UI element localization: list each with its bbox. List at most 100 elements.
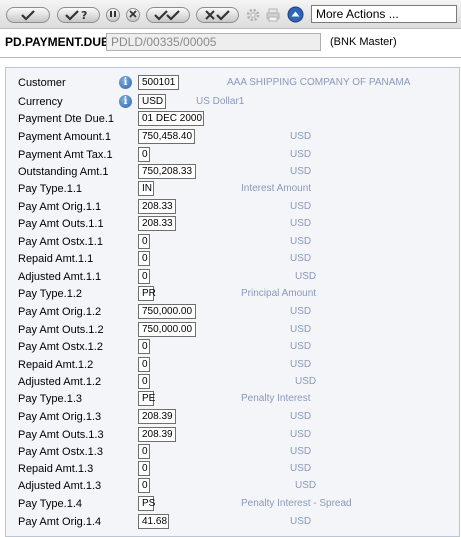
field-value[interactable]: 0 [138, 339, 150, 354]
field-value[interactable]: 0 [138, 478, 150, 493]
field-value[interactable]: 500101 [138, 75, 179, 90]
form-row: Outstanding Amt.1 750,208.33 USD [6, 164, 461, 181]
field-value[interactable]: 0 [138, 234, 150, 249]
field-value[interactable]: 750,458.40 [138, 129, 195, 144]
form-row: Pay Amt Ostx.1.1 0 USD [6, 234, 461, 251]
company-label: (BNK Master) [330, 36, 397, 48]
field-label: Payment Amt Tax.1 [18, 149, 113, 161]
delete-button[interactable] [126, 8, 140, 22]
field-label: Pay Type.1.4 [18, 498, 83, 510]
field-label: Adjusted Amt.1.3 [18, 480, 102, 492]
field-description: USD [290, 166, 312, 177]
field-description: USD [290, 411, 312, 422]
form-row: Pay Amt Ostx.1.2 0 USD [6, 339, 461, 356]
form-row: Repaid Amt.1.2 0 USD [6, 357, 461, 374]
form-row: Pay Amt Outs.1.3 208.39 USD [6, 427, 461, 444]
info-icon[interactable]: i [119, 76, 132, 89]
form-row: Pay Amt Orig.1.2 750,000.00 USD [6, 304, 461, 321]
field-value[interactable]: 0 [138, 251, 150, 266]
form-row: Pay Amt Orig.1.3 208.39 USD [6, 409, 461, 426]
field-description: USD [295, 376, 317, 387]
field-description: Penalty Interest - Spread [241, 498, 352, 509]
field-value[interactable]: 750,000.00 [138, 322, 196, 337]
field-value[interactable]: 0 [138, 269, 150, 284]
field-value[interactable]: PS [138, 496, 155, 511]
field-label: Pay Amt Ostx.1.3 [18, 446, 103, 458]
form-row: Payment Amt Tax.1 0 USD [6, 147, 461, 164]
form-row: Pay Amt Orig.1.1 208.33 USD [6, 199, 461, 216]
field-description: USD [290, 463, 312, 474]
field-value[interactable]: 01 DEC 2000 [138, 111, 204, 126]
field-label: Repaid Amt.1.2 [18, 359, 94, 371]
field-value[interactable]: 750,208.33 [138, 164, 196, 179]
field-description: Interest Amount [241, 183, 312, 194]
field-value[interactable]: 208.33 [138, 216, 176, 231]
commit-button[interactable] [6, 7, 50, 23]
field-description: USD [290, 236, 312, 247]
field-value[interactable]: 0 [138, 357, 150, 372]
validate-button[interactable]: ? [57, 7, 100, 23]
check-question-icon: ? [64, 9, 94, 21]
field-value[interactable]: PE [138, 391, 155, 406]
field-label: Currency [18, 96, 63, 108]
form-row: Repaid Amt.1.1 0 USD [6, 251, 461, 268]
field-description: Penalty Interest [241, 393, 311, 404]
field-label: Pay Amt Orig.1.2 [18, 306, 102, 318]
form-panel: Customer i 500101 AAA SHIPPING COMPANY OF P… [5, 67, 460, 537]
field-value[interactable]: 41.68 [138, 514, 169, 529]
form-row: Pay Type.1.2 PR Principal Amount [6, 286, 461, 303]
form-row: Repaid Amt.1.3 0 USD [6, 461, 461, 478]
field-label: Outstanding Amt.1 [18, 166, 109, 178]
field-value[interactable]: USD [138, 94, 166, 109]
more-actions-select[interactable]: More Actions ... [311, 5, 457, 23]
field-description: USD [290, 359, 312, 370]
double-check-icon [153, 9, 183, 21]
field-label: Pay Type.1.3 [18, 393, 83, 405]
field-label: Adjusted Amt.1.2 [18, 376, 102, 388]
field-value[interactable]: 208.33 [138, 199, 176, 214]
print-icon[interactable] [265, 7, 281, 23]
field-value[interactable]: 0 [138, 444, 150, 459]
field-description: AAA SHIPPING COMPANY OF PANAMA [227, 77, 411, 88]
cross-check-icon [203, 9, 233, 21]
field-value[interactable]: IN [138, 181, 154, 196]
field-description: USD [290, 131, 312, 142]
form-row: Pay Type.1.3 PE Penalty Interest [6, 391, 461, 408]
field-description: USD [290, 306, 312, 317]
field-value[interactable]: 0 [138, 374, 150, 389]
hold-button[interactable] [106, 8, 120, 22]
field-description: USD [295, 480, 317, 491]
field-description: USD [290, 149, 312, 160]
field-description: USD [290, 324, 312, 335]
form-row: Adjusted Amt.1.3 0 USD [6, 478, 461, 495]
expand-up-icon[interactable] [287, 6, 304, 23]
field-label: Pay Amt Outs.1.2 [18, 324, 104, 336]
field-value[interactable]: PR [138, 286, 156, 301]
field-value[interactable]: 208.39 [138, 409, 176, 424]
reverse-button[interactable] [196, 7, 239, 23]
form-row: Payment Amount.1 750,458.40 USD [6, 129, 461, 146]
field-value[interactable]: 0 [138, 147, 150, 162]
field-value[interactable]: 208.39 [138, 427, 176, 442]
field-description: USD [290, 341, 312, 352]
field-label: Payment Amount.1 [18, 131, 111, 143]
form-row: Pay Amt Ostx.1.3 0 USD [6, 444, 461, 461]
form-row: Adjusted Amt.1.1 0 USD [6, 269, 461, 286]
settings-gear-icon[interactable] [245, 7, 261, 23]
field-description: USD [290, 446, 312, 457]
info-icon[interactable]: i [119, 95, 132, 108]
field-label: Pay Amt Orig.1.4 [18, 516, 102, 528]
divider [0, 57, 461, 58]
field-label: Adjusted Amt.1.1 [18, 271, 102, 283]
field-description: USD [290, 253, 312, 264]
form-row: Payment Dte Due.1 01 DEC 2000 [6, 111, 461, 128]
field-label: Pay Type.1.1 [18, 183, 83, 195]
authorise-button[interactable] [146, 7, 190, 23]
record-id-field[interactable]: PDLD/00335/00005 [106, 33, 321, 51]
field-value[interactable]: 750,000.00 [138, 304, 196, 319]
form-row: Pay Amt Outs.1.1 208.33 USD [6, 216, 461, 233]
field-value[interactable]: 0 [138, 461, 150, 476]
field-label: Pay Type.1.2 [18, 288, 83, 300]
field-label: Pay Amt Outs.1.3 [18, 429, 104, 441]
form-row: Pay Amt Outs.1.2 750,000.00 USD [6, 322, 461, 339]
